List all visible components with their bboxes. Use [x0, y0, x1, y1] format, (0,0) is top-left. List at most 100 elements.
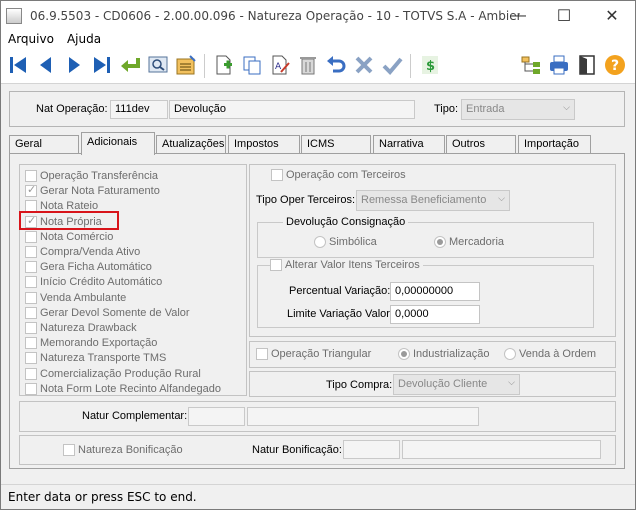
- limite-variacao-label: Limite Variação Valor:: [287, 308, 393, 320]
- option-checkbox[interactable]: Nota Form Lote Recinto Alfandegado: [25, 382, 221, 395]
- radio-dot: [398, 348, 410, 360]
- nat-descricao-field[interactable]: Devolução: [169, 100, 415, 119]
- last-record-icon[interactable]: [90, 53, 114, 77]
- triangular-panel: Operação Triangular Industrialização Ven…: [249, 341, 616, 368]
- option-checkbox[interactable]: Compra/Venda Ativo: [25, 246, 140, 258]
- radio-dot: [314, 236, 326, 248]
- checkbox-box: [25, 306, 37, 319]
- print-icon[interactable]: [547, 53, 571, 77]
- tipo-oper-terceiros-select[interactable]: Remessa Beneficiamento ⌵: [356, 190, 510, 211]
- checkbox-box: [63, 444, 75, 456]
- option-checkbox[interactable]: Início Crédito Automático: [25, 276, 163, 289]
- toolbar-separator: [204, 54, 205, 78]
- option-checkbox[interactable]: Operação Transferência: [25, 170, 158, 182]
- nat-operacao-field[interactable]: 111dev: [110, 100, 168, 119]
- tipo-compra-label: Tipo Compra:: [326, 379, 393, 391]
- option-label: Gerar Devol Somente de Valor: [40, 306, 190, 319]
- tab-adicionais[interactable]: Adicionais: [81, 132, 155, 155]
- option-label: Natureza Transporte TMS: [40, 352, 167, 365]
- previous-record-icon[interactable]: [34, 53, 58, 77]
- help-icon[interactable]: ?: [603, 53, 627, 77]
- tab-geral[interactable]: Geral: [9, 135, 79, 154]
- alterar-valor-label: Alterar Valor Itens Terceiros: [285, 259, 420, 271]
- window-title: 06.9.5503 - CD0606 - 2.00.00.096 - Natur…: [30, 8, 520, 23]
- operacao-terceiros-checkbox[interactable]: Operação com Terceiros: [271, 169, 406, 181]
- bonificacao-panel: Natureza Bonificação Natur Bonificação:: [19, 435, 616, 465]
- search-icon[interactable]: [146, 53, 170, 77]
- tab-impostos[interactable]: Impostos: [228, 135, 300, 154]
- undo-icon[interactable]: [324, 53, 348, 77]
- terceiros-panel: Operação com Terceiros Tipo Oper Terceir…: [249, 164, 616, 337]
- tipo-select[interactable]: Entrada ⌵: [461, 99, 575, 120]
- currency-icon[interactable]: $: [418, 53, 442, 77]
- operacao-triangular-checkbox[interactable]: Operação Triangular: [256, 348, 371, 360]
- tab-importacao[interactable]: Importação: [518, 135, 591, 154]
- natur-bonificacao-desc-field[interactable]: [402, 440, 601, 459]
- menu-bar: Arquivo Ajuda: [1, 30, 635, 48]
- option-checkbox[interactable]: Gerar Nota Faturamento: [25, 183, 160, 198]
- checkbox-box: [25, 382, 37, 395]
- exit-icon[interactable]: [575, 53, 599, 77]
- menu-arquivo[interactable]: Arquivo: [8, 32, 54, 46]
- header-panel: Nat Operação: 111dev Devolução Tipo: Ent…: [9, 91, 625, 127]
- confirm-icon[interactable]: [380, 53, 404, 77]
- tree-icon[interactable]: [519, 53, 543, 77]
- simbolica-radio[interactable]: Simbólica: [314, 236, 377, 248]
- limite-variacao-field[interactable]: 0,0000: [390, 305, 480, 324]
- option-label: Início Crédito Automático: [40, 276, 163, 289]
- radio-dot: [504, 348, 516, 360]
- option-checkbox[interactable]: Natureza Drawback: [25, 322, 137, 334]
- venda-ordem-radio[interactable]: Venda à Ordem: [504, 348, 596, 360]
- nat-operacao-label: Nat Operação:: [36, 103, 108, 115]
- list-icon[interactable]: [174, 53, 198, 77]
- option-checkbox[interactable]: Memorando Exportação: [25, 337, 157, 350]
- checkbox-box: [270, 259, 282, 271]
- alterar-valor-checkbox[interactable]: Alterar Valor Itens Terceiros: [270, 259, 423, 271]
- menu-ajuda[interactable]: Ajuda: [67, 32, 101, 46]
- status-bar: Enter data or press ESC to end.: [1, 484, 635, 509]
- svg-text:?: ?: [611, 58, 619, 74]
- next-record-icon[interactable]: [62, 53, 86, 77]
- option-checkbox[interactable]: Gerar Devol Somente de Valor: [25, 306, 190, 319]
- close-button[interactable]: ✕: [589, 1, 635, 30]
- goto-record-icon[interactable]: [118, 53, 142, 77]
- natureza-bonificacao-checkbox[interactable]: Natureza Bonificação: [63, 444, 183, 456]
- checkbox-box: [256, 348, 268, 360]
- percentual-variacao-field[interactable]: 0,00000000: [390, 282, 480, 301]
- cancel-icon[interactable]: [352, 53, 376, 77]
- edit-record-icon[interactable]: A: [268, 53, 292, 77]
- checkbox-box: [25, 170, 37, 182]
- industrializacao-radio[interactable]: Industrialização: [398, 348, 489, 360]
- tab-icms[interactable]: ICMS: [301, 135, 371, 154]
- option-label: Venda Ambulante: [40, 291, 127, 304]
- option-checkbox[interactable]: Comercialização Produção Rural: [25, 367, 201, 380]
- checkbox-box: [25, 337, 37, 350]
- natur-complementar-field[interactable]: [188, 407, 245, 426]
- first-record-icon[interactable]: [6, 53, 30, 77]
- minimize-button[interactable]: —: [495, 1, 541, 30]
- delete-record-icon[interactable]: [296, 53, 320, 77]
- checkbox-box: [25, 291, 37, 304]
- maximize-button[interactable]: ☐: [541, 1, 587, 30]
- checkbox-box: [25, 276, 37, 289]
- application-window: 06.9.5503 - CD0606 - 2.00.00.096 - Natur…: [0, 0, 636, 510]
- copy-record-icon[interactable]: [240, 53, 264, 77]
- toolbar-separator: [410, 54, 411, 78]
- natur-complementar-label: Natur Complementar:: [82, 410, 188, 422]
- tab-narrativa[interactable]: Narrativa: [373, 135, 445, 154]
- new-record-icon[interactable]: [212, 53, 236, 77]
- title-bar: 06.9.5503 - CD0606 - 2.00.00.096 - Natur…: [1, 1, 635, 30]
- natur-bonificacao-field[interactable]: [343, 440, 400, 459]
- mercadoria-radio[interactable]: Mercadoria: [434, 236, 504, 248]
- option-checkbox[interactable]: Natureza Transporte TMS: [25, 352, 167, 365]
- natur-complementar-desc-field[interactable]: [247, 407, 479, 426]
- venda-ordem-label: Venda à Ordem: [519, 348, 597, 360]
- option-checkbox[interactable]: Gera Ficha Automático: [25, 261, 152, 274]
- tipo-compra-select[interactable]: Devolução Cliente ⌵: [393, 374, 520, 395]
- simbolica-label: Simbólica: [329, 236, 377, 248]
- tab-atualizacoes[interactable]: Atualizações: [156, 135, 226, 154]
- option-label: Gera Ficha Automático: [40, 261, 152, 274]
- option-checkbox[interactable]: Nota Comércio: [25, 230, 113, 243]
- option-checkbox[interactable]: Venda Ambulante: [25, 291, 127, 304]
- tab-outros[interactable]: Outros: [446, 135, 516, 154]
